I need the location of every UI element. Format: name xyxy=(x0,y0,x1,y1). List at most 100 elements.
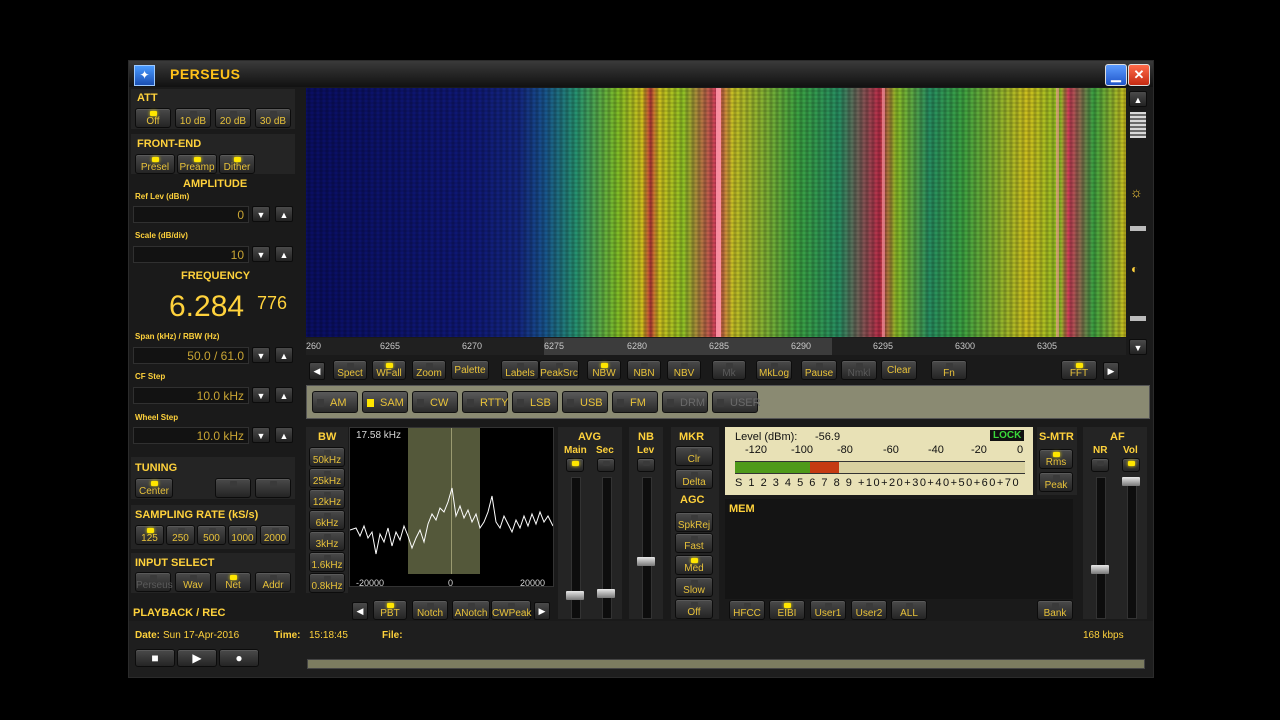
agc-med-button[interactable]: Med xyxy=(675,555,713,575)
att-off-button[interactable]: Off xyxy=(135,108,171,128)
bw-50khz-button[interactable]: 50kHz xyxy=(309,447,345,467)
mode-am-button[interactable]: AM xyxy=(312,391,358,413)
scale-down-icon[interactable]: ▼ xyxy=(252,246,270,262)
scroll-thumb[interactable] xyxy=(1130,112,1146,138)
toolbar-right-icon[interactable]: ▶ xyxy=(1103,362,1119,380)
mode-user-button[interactable]: USER xyxy=(712,391,761,413)
play-icon[interactable]: ▶ xyxy=(177,649,217,667)
waterfall-display[interactable] xyxy=(306,88,1126,337)
contrast-slider[interactable] xyxy=(1130,316,1146,321)
ref-level-down-icon[interactable]: ▼ xyxy=(252,206,270,222)
rate-125-button[interactable]: 125 xyxy=(135,525,164,545)
frequency-sub[interactable]: 776 xyxy=(257,293,287,314)
mem-hfcc-button[interactable]: HFCC xyxy=(729,600,765,620)
mem-all-button[interactable]: ALL xyxy=(891,600,927,620)
minimize-icon[interactable]: ▁ xyxy=(1105,64,1127,86)
palette-button[interactable]: Palette xyxy=(451,360,489,380)
labels-button[interactable]: Labels xyxy=(501,360,539,380)
clear-button[interactable]: Clear xyxy=(881,360,917,380)
brightness-icon[interactable]: ☼ xyxy=(1130,184,1143,200)
bw-6khz-button[interactable]: 6kHz xyxy=(309,510,345,530)
att-10db-button[interactable]: 10 dB xyxy=(175,108,211,128)
stop-icon[interactable]: ■ xyxy=(135,649,175,667)
af-vol-toggle[interactable] xyxy=(1122,458,1140,472)
ref-level-field[interactable]: 0 xyxy=(133,206,249,223)
pause-button[interactable]: Pause xyxy=(801,360,837,380)
smtr-peak-button[interactable]: Peak xyxy=(1039,472,1073,492)
zoom-button[interactable]: Zoom xyxy=(412,360,446,380)
dither-button[interactable]: Dither xyxy=(219,154,255,174)
agc-off-button[interactable]: Off xyxy=(675,599,713,619)
af-vol-fader[interactable] xyxy=(1127,477,1137,619)
nmkl-button[interactable]: Nmkl xyxy=(841,360,877,380)
mem-user1-button[interactable]: User1 xyxy=(810,600,846,620)
pbt-left-icon[interactable]: ◀ xyxy=(352,602,368,620)
af-nr-knob[interactable] xyxy=(1091,565,1109,574)
scale-field[interactable]: 10 xyxy=(133,246,249,263)
mem-user2-button[interactable]: User2 xyxy=(851,600,887,620)
tuning-button-3[interactable] xyxy=(255,478,291,498)
center-button[interactable]: Center xyxy=(135,478,173,498)
mem-eibi-button[interactable]: EIBI xyxy=(769,600,805,620)
agc-fast-button[interactable]: Fast xyxy=(675,533,713,553)
nbw-button[interactable]: NBW xyxy=(587,360,621,380)
mode-cw-button[interactable]: CW xyxy=(412,391,458,413)
span-field[interactable]: 50.0 / 61.0 xyxy=(133,347,249,364)
att-30db-button[interactable]: 30 dB xyxy=(255,108,291,128)
frequency-scale[interactable]: 260 6265 6270 6275 6280 6285 6290 6295 6… xyxy=(306,338,1126,355)
agc-slow-button[interactable]: Slow xyxy=(675,577,713,597)
wheel-step-field[interactable]: 10.0 kHz xyxy=(133,427,249,444)
span-down-icon[interactable]: ▼ xyxy=(252,347,270,363)
wheel-step-up-icon[interactable]: ▲ xyxy=(275,427,293,443)
mode-drm-button[interactable]: DRM xyxy=(662,391,708,413)
avg-sec-knob[interactable] xyxy=(597,589,615,598)
mem-bank-button[interactable]: Bank xyxy=(1037,600,1073,620)
nbv-button[interactable]: NBV xyxy=(667,360,701,380)
cwpeak-button[interactable]: CWPeak xyxy=(491,600,531,620)
mode-lsb-button[interactable]: LSB xyxy=(512,391,558,413)
rate-500-button[interactable]: 500 xyxy=(197,525,226,545)
mode-sam-button[interactable]: SAM xyxy=(362,391,408,413)
nb-toggle[interactable] xyxy=(637,458,655,472)
close-icon[interactable]: ✕ xyxy=(1128,64,1150,86)
wfall-button[interactable]: WFall xyxy=(372,360,406,380)
bw-25khz-button[interactable]: 25kHz xyxy=(309,468,345,488)
cf-step-up-icon[interactable]: ▲ xyxy=(275,387,293,403)
bw-0-8khz-button[interactable]: 0.8kHz xyxy=(309,573,345,593)
ref-level-up-icon[interactable]: ▲ xyxy=(275,206,293,222)
bw-3khz-button[interactable]: 3kHz xyxy=(309,531,345,551)
mklog-button[interactable]: MkLog xyxy=(756,360,792,380)
input-wav-button[interactable]: Wav xyxy=(175,572,211,592)
span-up-icon[interactable]: ▲ xyxy=(275,347,293,363)
af-nr-fader[interactable] xyxy=(1096,477,1106,619)
peaksrc-button[interactable]: PeakSrc xyxy=(539,360,579,380)
scale-up-icon[interactable]: ▲ xyxy=(275,246,293,262)
mk-button[interactable]: Mk xyxy=(712,360,746,380)
mkr-clr-button[interactable]: Clr xyxy=(675,446,713,466)
fn-button[interactable]: Fn xyxy=(931,360,967,380)
anotch-button[interactable]: ANotch xyxy=(452,600,490,620)
waterfall-scrollbar[interactable]: ▲ ☼ ◐ ▼ xyxy=(1128,88,1148,358)
record-icon[interactable]: ● xyxy=(219,649,259,667)
toolbar-left-icon[interactable]: ◀ xyxy=(309,362,325,380)
spect-button[interactable]: Spect xyxy=(333,360,367,380)
avg-main-toggle[interactable] xyxy=(566,458,584,472)
pbt-right-icon[interactable]: ▶ xyxy=(534,602,550,620)
playback-progress[interactable] xyxy=(307,659,1145,669)
rate-250-button[interactable]: 250 xyxy=(166,525,195,545)
cf-step-down-icon[interactable]: ▼ xyxy=(252,387,270,403)
perseus-icon[interactable]: ✦ xyxy=(134,65,155,86)
avg-sec-toggle[interactable] xyxy=(597,458,615,472)
att-20db-button[interactable]: 20 dB xyxy=(215,108,251,128)
presel-button[interactable]: Presel xyxy=(135,154,175,174)
notch-button[interactable]: Notch xyxy=(412,600,448,620)
bw-12khz-button[interactable]: 12kHz xyxy=(309,489,345,509)
contrast-icon[interactable]: ◐ xyxy=(1131,262,1138,276)
input-addr-button[interactable]: Addr xyxy=(255,572,291,592)
mode-usb-button[interactable]: USB xyxy=(562,391,608,413)
mode-fm-button[interactable]: FM xyxy=(612,391,658,413)
pbt-button[interactable]: PBT xyxy=(373,600,407,620)
brightness-slider[interactable] xyxy=(1130,226,1146,231)
scroll-up-icon[interactable]: ▲ xyxy=(1129,91,1147,107)
fft-button[interactable]: FFT xyxy=(1061,360,1097,380)
